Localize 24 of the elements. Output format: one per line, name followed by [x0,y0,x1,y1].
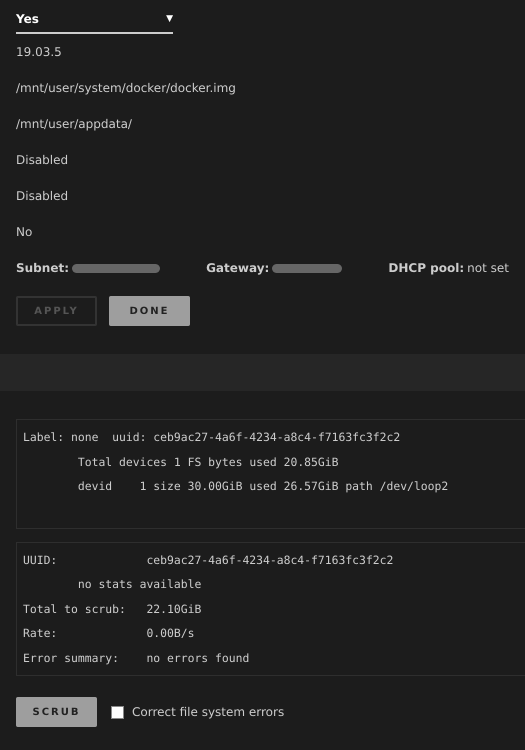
network-value: not set [467,261,509,275]
setting-value: Disabled [16,152,70,169]
setting-value: No [16,224,34,241]
action-button[interactable]: DONE [109,296,190,326]
output-line: Total devices 1 FS bytes used 20.85GiB [76,454,340,470]
output-line: Rate: 0.00B/s [23,625,196,642]
output-line: Total to scrub: 22.10GiB [23,600,202,618]
network-label: DHCP pool: [388,261,464,275]
setting-value: /mnt/user/appdata/ [16,116,133,133]
network-label: Subnet: [16,261,69,275]
checkbox-label: Correct file system errors [132,705,284,719]
dropdown-arrow-icon: ▼ [166,14,173,24]
output-line: Label: none uuid: ceb9ac27-4a6f-4234-a8c4-f7163fc3f2c2 [23,429,402,446]
setting-value: Disabled [16,188,70,205]
setting-value: /mnt/user/system/docker/docker.img [16,80,237,97]
setting-value: 19.03.5 [16,44,63,61]
output-line: no stats available [76,576,202,593]
checkbox[interactable] [111,706,124,718]
scrub-button[interactable]: SCRUB [16,697,97,727]
output-line: Error summary: no errors found [23,650,250,666]
output-line: devid 1 size 30.00GiB used 26.57GiB path /dev/loop2 [76,478,450,495]
output-line: UUID: ceb9ac27-4a6f-4234-a8c4-f7163fc3f2c2 [23,552,394,568]
network-label: Gateway: [206,261,270,275]
select-field[interactable]: Yes ▼ [16,6,173,34]
